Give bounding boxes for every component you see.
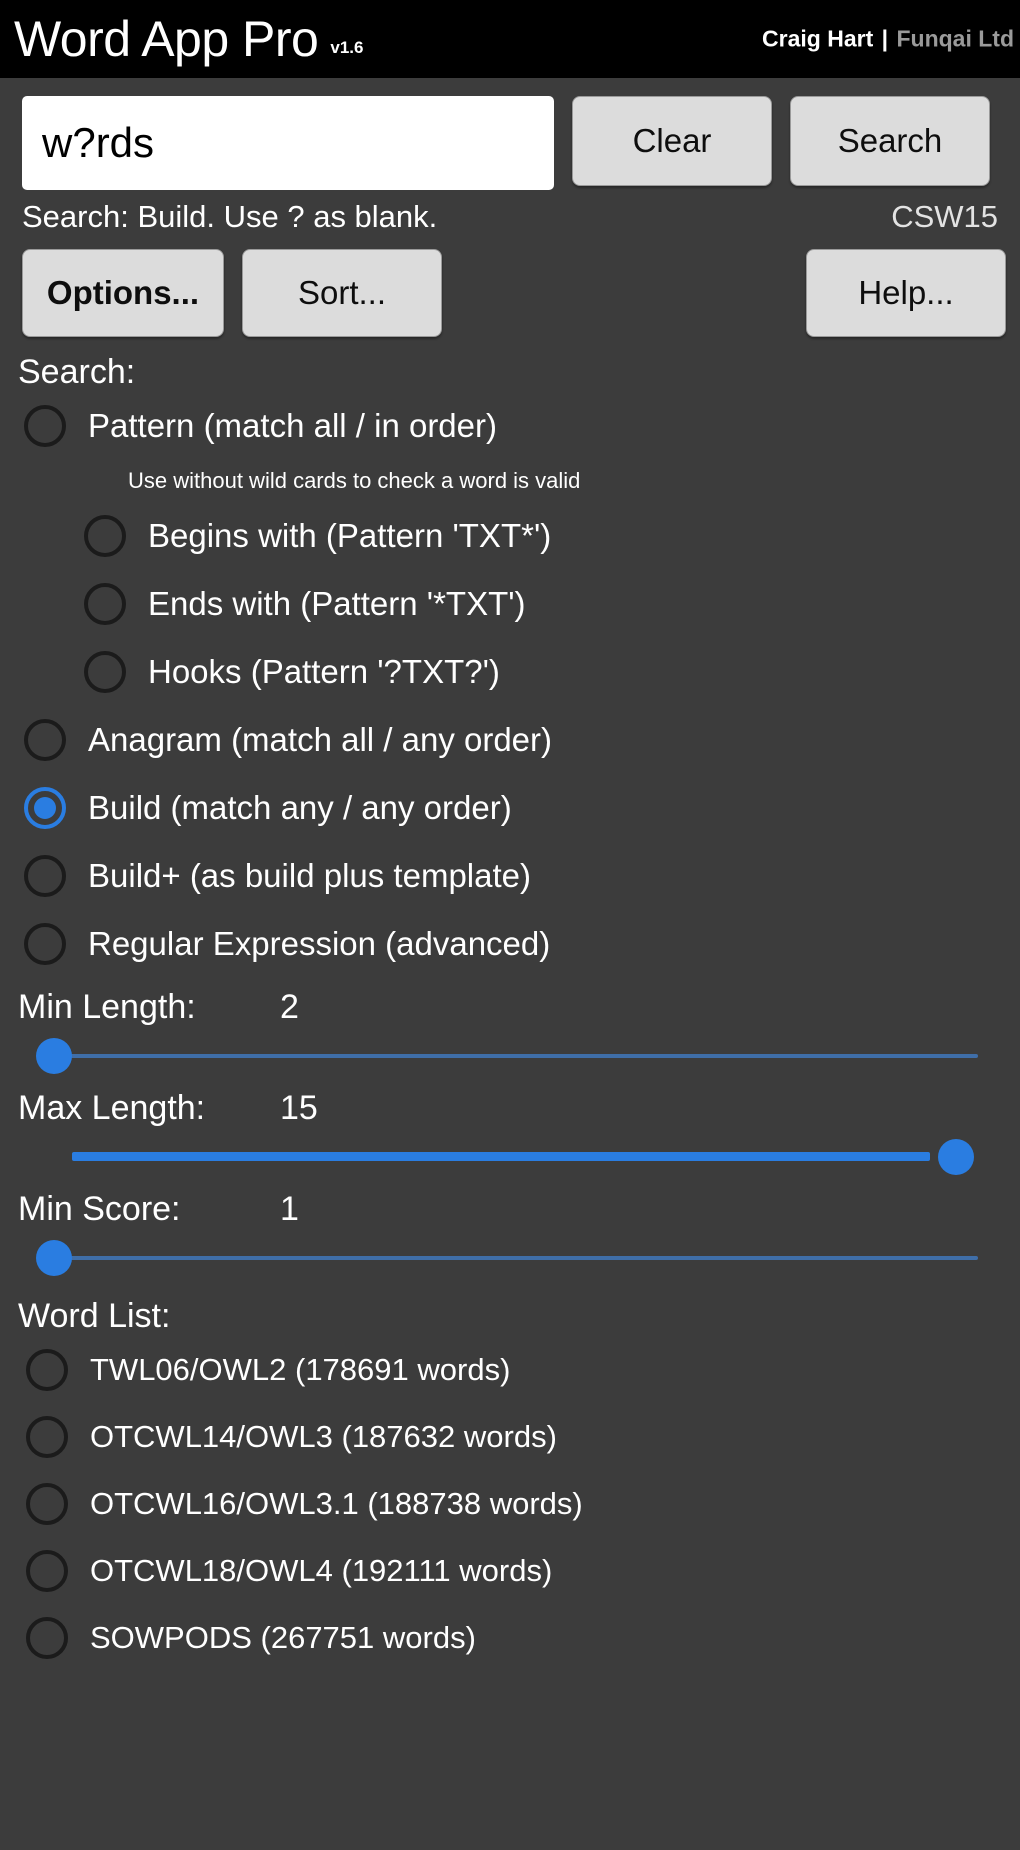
search-row: Clear Search <box>0 78 1020 190</box>
author-name: Craig Hart <box>762 25 874 52</box>
search-section-label: Search: <box>18 353 136 391</box>
word-list-option[interactable]: OTCWL18/OWL4 (192111 words) <box>0 1537 1020 1604</box>
pattern-hint: Use without wild cards to check a word i… <box>128 468 581 493</box>
search-mode-option-label: Pattern (match all / in order) <box>88 407 497 444</box>
search-mode-option[interactable]: Build+ (as build plus template) <box>0 842 1020 910</box>
tools-row: Options... Sort... Help... <box>0 235 1020 337</box>
radio-unchecked-icon[interactable] <box>24 855 66 897</box>
word-list-option-label: SOWPODS (267751 words) <box>90 1619 476 1655</box>
search-mode-option-label: Build (match any / any order) <box>88 789 512 826</box>
slider-label: Min Length: <box>18 988 196 1026</box>
credits-separator: | <box>881 25 889 52</box>
search-mode-option-label: Build+ (as build plus template) <box>88 857 531 894</box>
slider-header: Min Score: 1 <box>0 1190 1020 1229</box>
slider-control[interactable] <box>24 1033 998 1079</box>
radio-unchecked-icon[interactable] <box>84 651 126 693</box>
slider-track[interactable] <box>52 1054 978 1058</box>
radio-unchecked-icon[interactable] <box>26 1482 68 1525</box>
status-row: Search: Build. Use ? as blank. CSW15 <box>0 190 1020 235</box>
titlebar: Word App Pro v1.6 Craig Hart | Funqai Lt… <box>0 0 1020 78</box>
word-list-option-label: TWL06/OWL2 (178691 words) <box>90 1351 511 1387</box>
radio-unchecked-icon[interactable] <box>24 719 66 761</box>
slider-thumb[interactable] <box>36 1240 72 1276</box>
search-mode-option[interactable]: Build (match any / any order) <box>0 774 1020 842</box>
word-list-option[interactable]: OTCWL16/OWL3.1 (188738 words) <box>0 1470 1020 1537</box>
app-root: Word App Pro v1.6 Craig Hart | Funqai Lt… <box>0 0 1020 1850</box>
radio-checked-icon[interactable] <box>24 787 66 829</box>
search-mode-radio-group: Pattern (match all / in order) Use withou… <box>0 392 1020 978</box>
slider-group: Min Length: 2 Max Length: 15 Min Score: 1 <box>0 978 1020 1281</box>
help-button[interactable]: Help... <box>806 249 1006 337</box>
slider-label: Max Length: <box>18 1089 206 1127</box>
search-mode-option-label: Regular Expression (advanced) <box>88 925 551 962</box>
slider-value: 1 <box>280 1190 299 1228</box>
slider-value: 15 <box>280 1089 318 1127</box>
word-list-option[interactable]: TWL06/OWL2 (178691 words) <box>0 1336 1020 1403</box>
search-button[interactable]: Search <box>790 96 990 186</box>
slider-header: Max Length: 15 <box>0 1089 1020 1128</box>
word-list-option-label: OTCWL14/OWL3 (187632 words) <box>90 1418 557 1454</box>
app-version-label: v1.6 <box>330 38 364 57</box>
word-list-radio-group: TWL06/OWL2 (178691 words) OTCWL14/OWL3 (1… <box>0 1336 1020 1671</box>
search-mode-option-label: Anagram (match all / any order) <box>88 721 553 758</box>
slider-block: Min Score: 1 <box>0 1180 1020 1281</box>
radio-unchecked-icon[interactable] <box>84 583 126 625</box>
slider-label: Min Score: <box>18 1190 181 1228</box>
sort-button[interactable]: Sort... <box>242 249 442 337</box>
company-name: Funqai Ltd <box>896 25 1014 52</box>
radio-unchecked-icon[interactable] <box>26 1415 68 1458</box>
slider-track[interactable] <box>72 1152 930 1161</box>
slider-block: Max Length: 15 <box>0 1079 1020 1180</box>
search-mode-option[interactable]: Begins with (Pattern 'TXT*') <box>0 502 1020 570</box>
options-button[interactable]: Options... <box>22 249 224 337</box>
dictionary-badge: CSW15 <box>891 199 998 234</box>
word-list-section-label: Word List: <box>18 1297 171 1335</box>
word-list-option-label: OTCWL16/OWL3.1 (188738 words) <box>90 1485 583 1521</box>
word-list-option[interactable]: SOWPODS (267751 words) <box>0 1604 1020 1671</box>
slider-control[interactable] <box>24 1134 998 1180</box>
search-mode-option-label: Hooks (Pattern '?TXT?') <box>148 653 500 690</box>
search-mode-option[interactable]: Regular Expression (advanced) <box>0 910 1020 978</box>
search-mode-option[interactable]: Anagram (match all / any order) <box>0 706 1020 774</box>
search-mode-option[interactable]: Hooks (Pattern '?TXT?') <box>0 638 1020 706</box>
slider-control[interactable] <box>24 1235 998 1281</box>
radio-unchecked-icon[interactable] <box>24 405 66 447</box>
clear-button[interactable]: Clear <box>572 96 772 186</box>
slider-header: Min Length: 2 <box>0 988 1020 1027</box>
search-input[interactable] <box>22 96 554 190</box>
app-title: Word App Pro <box>14 11 319 67</box>
slider-track[interactable] <box>52 1256 978 1260</box>
word-list-option-label: OTCWL18/OWL4 (192111 words) <box>90 1552 553 1588</box>
word-list-option[interactable]: OTCWL14/OWL3 (187632 words) <box>0 1403 1020 1470</box>
search-mode-option[interactable]: Ends with (Pattern '*TXT') <box>0 570 1020 638</box>
radio-unchecked-icon[interactable] <box>26 1616 68 1659</box>
radio-unchecked-icon[interactable] <box>26 1348 68 1391</box>
slider-thumb[interactable] <box>36 1038 72 1074</box>
search-mode-option[interactable]: Pattern (match all / in order) <box>0 392 1020 460</box>
search-mode-option-label: Begins with (Pattern 'TXT*') <box>148 517 552 554</box>
radio-unchecked-icon[interactable] <box>26 1549 68 1592</box>
radio-unchecked-icon[interactable] <box>84 515 126 557</box>
search-mode-option-label: Ends with (Pattern '*TXT') <box>148 585 526 622</box>
radio-unchecked-icon[interactable] <box>24 923 66 965</box>
credits: Craig Hart | Funqai Ltd <box>762 26 1014 53</box>
slider-block: Min Length: 2 <box>0 978 1020 1079</box>
slider-value: 2 <box>280 988 299 1026</box>
slider-thumb[interactable] <box>938 1139 974 1175</box>
status-message: Search: Build. Use ? as blank. <box>22 199 438 234</box>
